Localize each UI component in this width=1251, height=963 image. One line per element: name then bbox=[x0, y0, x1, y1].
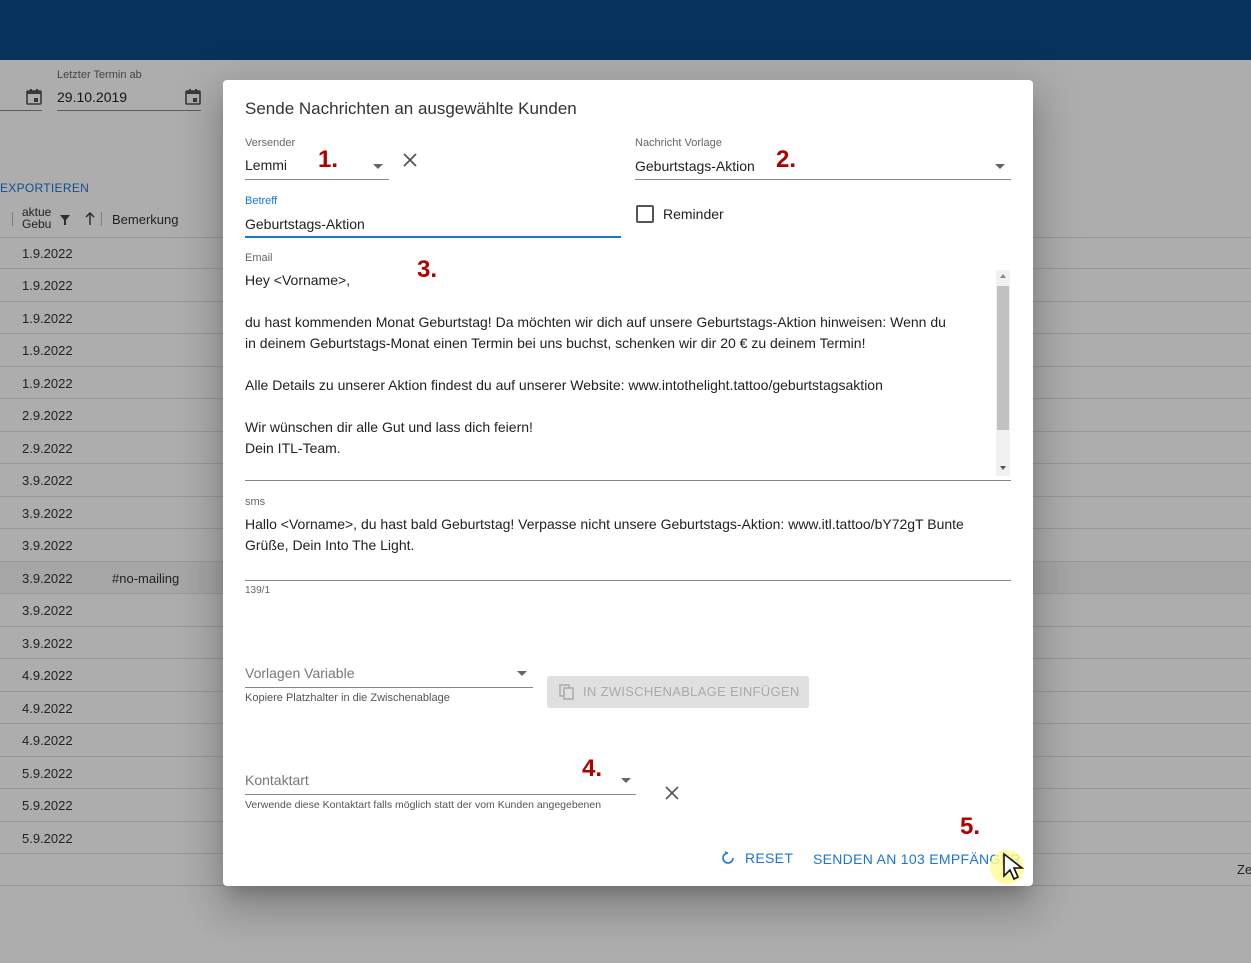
chevron-down-icon[interactable] bbox=[621, 778, 631, 783]
annotation-step-5: 5. bbox=[960, 813, 981, 840]
sender-select[interactable]: Lemmi bbox=[245, 153, 389, 180]
email-textarea[interactable]: Hey <Vorname>, du hast kommenden Monat G… bbox=[245, 270, 1011, 481]
reset-icon bbox=[721, 851, 735, 870]
template-label: Nachricht Vorlage bbox=[635, 137, 722, 149]
copy-icon bbox=[559, 684, 575, 705]
copy-to-clipboard-label: IN ZWISCHENABLAGE EINFÜGEN bbox=[583, 684, 800, 699]
sender-value: Lemmi bbox=[245, 157, 288, 173]
reset-button[interactable]: RESET bbox=[721, 848, 801, 870]
sender-label: Versender bbox=[245, 137, 296, 149]
template-variable-hint: Kopiere Platzhalter in die Zwischenablag… bbox=[245, 692, 450, 704]
subject-label: Betreff bbox=[245, 195, 278, 207]
sms-counter: 139/1 bbox=[245, 585, 271, 596]
annotation-step-1: 1. bbox=[318, 146, 339, 173]
subject-value: Geburtstags-Aktion bbox=[245, 216, 365, 232]
clear-contact-type-icon[interactable] bbox=[665, 786, 679, 805]
send-messages-dialog: Sende Nachrichten an ausgewählte Kunden … bbox=[223, 80, 1033, 886]
subject-field[interactable]: Geburtstags-Aktion bbox=[245, 211, 621, 238]
reminder-checkbox[interactable] bbox=[636, 205, 654, 223]
dialog-title: Sende Nachrichten an ausgewählte Kunden bbox=[245, 99, 577, 118]
contact-type-hint: Verwende diese Kontaktart falls möglich … bbox=[245, 799, 602, 811]
sms-label: sms bbox=[245, 496, 266, 508]
copy-to-clipboard-button[interactable]: IN ZWISCHENABLAGE EINFÜGEN bbox=[547, 676, 809, 708]
chevron-down-icon[interactable] bbox=[995, 164, 1005, 169]
mouse-pointer-icon bbox=[1002, 852, 1025, 887]
reset-label: RESET bbox=[745, 850, 794, 866]
clear-sender-icon[interactable] bbox=[402, 152, 418, 173]
annotation-step-4: 4. bbox=[582, 755, 603, 782]
contact-type-placeholder: Kontaktart bbox=[245, 772, 309, 788]
chevron-down-icon[interactable] bbox=[373, 164, 383, 169]
template-variable-placeholder: Vorlagen Variable bbox=[245, 665, 355, 681]
template-value: Geburtstags-Aktion bbox=[635, 158, 755, 174]
template-variable-select[interactable]: Vorlagen Variable bbox=[245, 663, 533, 688]
reminder-label[interactable]: Reminder bbox=[663, 206, 724, 222]
email-scrollbar[interactable] bbox=[996, 270, 1010, 476]
contact-type-select[interactable]: Kontaktart bbox=[245, 770, 636, 795]
sms-textarea[interactable]: Hallo <Vorname>, du hast bald Geburtstag… bbox=[245, 514, 1011, 581]
template-select[interactable]: Geburtstags-Aktion bbox=[635, 153, 1011, 180]
annotation-step-2: 2. bbox=[776, 146, 797, 173]
email-body: Hey <Vorname>, du hast kommenden Monat G… bbox=[245, 272, 946, 456]
sms-body: Hallo <Vorname>, du hast bald Geburtstag… bbox=[245, 516, 964, 553]
email-label: Email bbox=[245, 252, 273, 264]
chevron-down-icon[interactable] bbox=[517, 671, 527, 676]
